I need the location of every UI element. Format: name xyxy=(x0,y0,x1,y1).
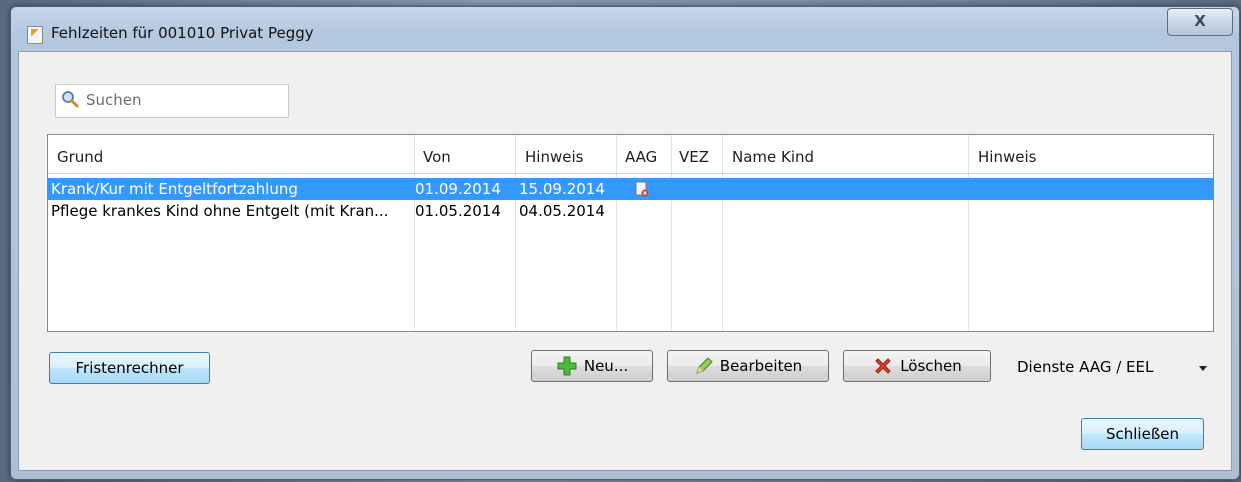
fristenrechner-label: Fristenrechner xyxy=(75,359,184,377)
edit-label: Bearbeiten xyxy=(719,357,803,375)
table-header: Grund Von Hinweis AAG VEZ Name Kind Hinw… xyxy=(48,135,1213,174)
table-row[interactable]: Krank/Kur mit Entgeltfortzahlung 01.09.2… xyxy=(48,178,1213,200)
search-icon xyxy=(62,91,79,108)
cell-von: 01.09.2014 xyxy=(415,180,501,198)
document-icon xyxy=(27,26,43,44)
column-header-hinweis[interactable]: Hinweis xyxy=(525,148,583,166)
edit-button[interactable]: Bearbeiten xyxy=(667,350,829,382)
document-delete-icon xyxy=(635,181,649,197)
column-header-von[interactable]: Von xyxy=(423,148,451,166)
column-header-grund[interactable]: Grund xyxy=(57,148,103,166)
new-button[interactable]: Neu... xyxy=(531,350,653,382)
column-header-aag[interactable]: AAG xyxy=(625,148,657,166)
close-dialog-label: Schließen xyxy=(1105,425,1180,443)
cell-grund: Pflege krankes Kind ohne Entgelt (mit Kr… xyxy=(51,202,389,220)
dialog-window: Fehlzeiten für 001010 Privat Peggy X Suc… xyxy=(10,6,1240,480)
cell-hinweis: 04.05.2014 xyxy=(519,202,605,220)
delete-button[interactable]: Löschen xyxy=(843,350,991,382)
table-row[interactable]: Pflege krankes Kind ohne Entgelt (mit Kr… xyxy=(48,200,1213,222)
absence-table: Grund Von Hinweis AAG VEZ Name Kind Hinw… xyxy=(47,134,1214,332)
column-header-vez[interactable]: VEZ xyxy=(679,148,709,166)
column-header-name-kind[interactable]: Name Kind xyxy=(732,148,814,166)
close-dialog-button[interactable]: Schließen xyxy=(1081,418,1204,450)
cell-hinweis: 15.09.2014 xyxy=(519,180,605,198)
cell-von: 01.05.2014 xyxy=(415,202,501,220)
search-input[interactable]: Suchen xyxy=(55,84,289,118)
fristenrechner-button[interactable]: Fristenrechner xyxy=(49,352,210,384)
new-label: Neu... xyxy=(583,357,629,375)
add-icon xyxy=(557,356,577,376)
chevron-down-icon[interactable] xyxy=(1199,366,1207,371)
delete-x-icon xyxy=(875,358,891,374)
pencil-icon xyxy=(695,357,713,374)
dienste-dropdown-label[interactable]: Dienste AAG / EEL xyxy=(1017,358,1153,376)
window-title: Fehlzeiten für 001010 Privat Peggy xyxy=(51,24,314,42)
search-placeholder: Suchen xyxy=(86,91,142,109)
title-bar[interactable]: Fehlzeiten für 001010 Privat Peggy X xyxy=(11,7,1239,51)
dialog-client-area: Suchen Grund Von Hinweis AAG VEZ Name Ki… xyxy=(18,51,1232,471)
cell-grund: Krank/Kur mit Entgeltfortzahlung xyxy=(51,180,298,198)
column-header-hinweis-2[interactable]: Hinweis xyxy=(978,148,1036,166)
close-icon: X xyxy=(1194,12,1206,30)
close-button[interactable]: X xyxy=(1167,8,1233,36)
delete-label: Löschen xyxy=(900,357,962,375)
